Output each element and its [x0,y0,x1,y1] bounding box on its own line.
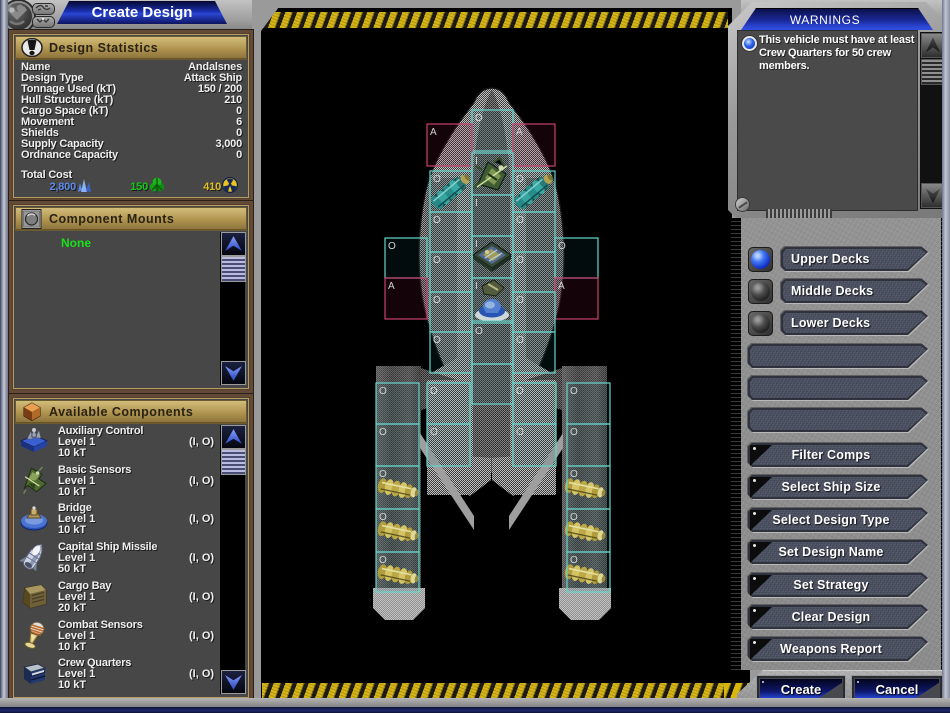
svg-text:O: O [516,335,524,346]
svg-text:O: O [379,469,387,480]
svg-text:O: O [570,427,578,438]
svg-text:O: O [516,215,524,226]
svg-text:O: O [516,174,524,185]
svg-text:O: O [379,427,387,438]
svg-text:O: O [379,386,387,397]
svg-text:O: O [433,335,441,346]
svg-text:O: O [430,427,438,438]
svg-text:O: O [433,295,441,306]
svg-text:O: O [516,427,524,438]
svg-text:O: O [433,255,441,266]
svg-text:O: O [516,295,524,306]
svg-text:O: O [516,255,524,266]
svg-text:O: O [570,386,578,397]
svg-text:I: I [475,198,478,209]
svg-text:O: O [558,241,566,252]
svg-text:O: O [379,555,387,566]
svg-text:A: A [558,281,565,292]
svg-text:A: A [430,127,437,138]
svg-text:A: A [516,127,523,138]
svg-text:I: I [475,239,478,250]
svg-text:O: O [433,174,441,185]
svg-text:I: I [475,156,478,167]
svg-text:A: A [388,281,395,292]
svg-text:O: O [570,469,578,480]
svg-text:O: O [516,386,524,397]
svg-text:O: O [570,512,578,523]
svg-text:O: O [388,241,396,252]
svg-text:O: O [570,555,578,566]
svg-text:O: O [433,215,441,226]
svg-text:O: O [475,113,483,124]
svg-text:I: I [475,281,478,292]
svg-text:O: O [379,512,387,523]
svg-text:O: O [475,326,483,337]
svg-text:O: O [430,386,438,397]
